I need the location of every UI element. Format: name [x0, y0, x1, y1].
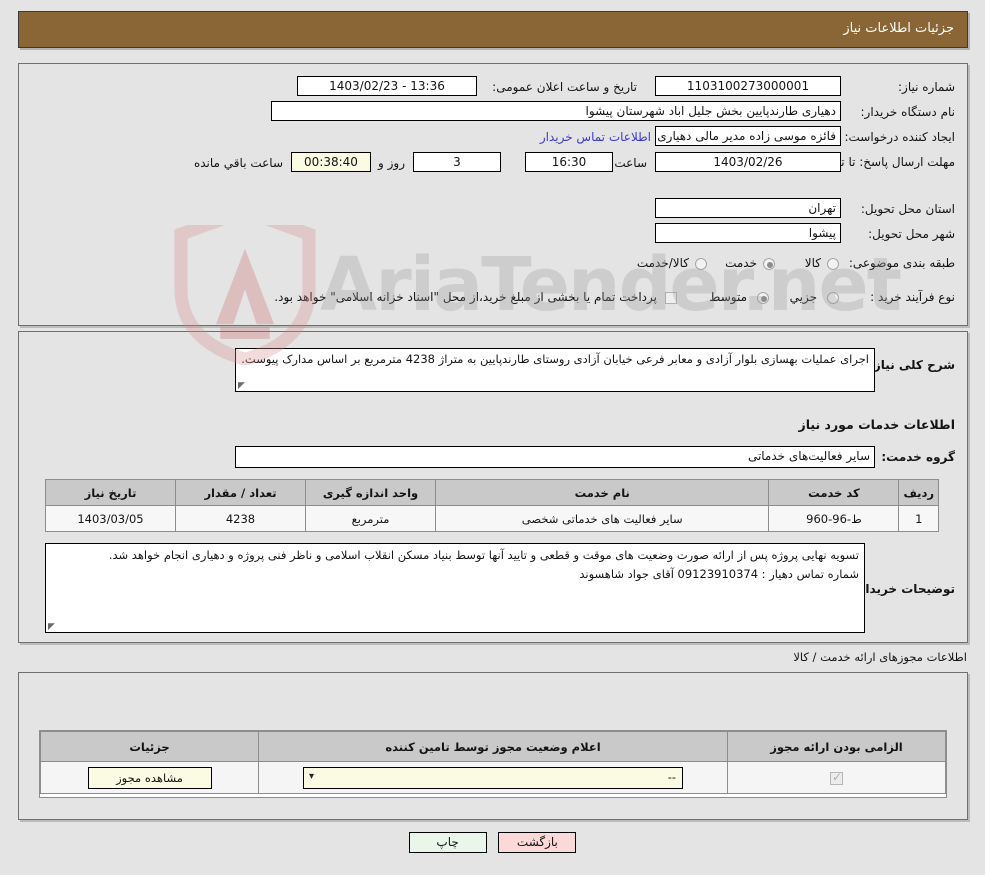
radio-category-kala-khedmat-label: کالا/خدمت: [636, 256, 689, 270]
cell-need-date: 1403/03/05: [45, 505, 176, 532]
requester-label: ایجاد کننده درخواست:: [844, 130, 955, 144]
resize-grip-icon[interactable]: [238, 380, 248, 390]
cell-code: ط-96-960: [768, 505, 900, 532]
back-button[interactable]: بازگشت: [498, 832, 577, 853]
table-row: 1 ط-96-960 سایر فعالیت های خدماتی شخصی م…: [45, 505, 939, 532]
province-label: استان محل تحویل:: [860, 202, 955, 216]
page-header-bar: جزئیات اطلاعات نیاز: [18, 11, 968, 48]
buyer-contact-link[interactable]: اطلاعات تماس خریدار: [540, 130, 651, 144]
permits-panel: الزامی بودن ارائه مجوز اعلام وضعیت مجوز …: [18, 672, 968, 820]
buyer-notes-textarea[interactable]: تسویه نهایی پروژه پس از ارائه صورت وضعیت…: [45, 543, 865, 633]
cell-row: 1: [898, 505, 939, 532]
deadline-label: مهلت ارسال پاسخ: تا تاریخ:: [816, 155, 955, 169]
col-code: کد خدمت: [768, 479, 900, 506]
cell-quantity: 4238: [175, 505, 306, 532]
radio-category-khedmat[interactable]: [763, 258, 775, 270]
category-label: طبقه بندی موضوعی:: [848, 256, 955, 270]
deadline-date-value: 1403/02/26: [655, 152, 841, 172]
buyer-notes-label: توضیحات خریدار:: [853, 582, 955, 596]
service-group-value: سایر فعالیت‌های خدماتی: [235, 446, 875, 468]
announce-datetime-value: 13:36 - 1403/02/23: [297, 76, 477, 96]
cell-permit-status: ▾ --: [258, 761, 728, 794]
permits-table: الزامی بودن ارائه مجوز اعلام وضعیت مجوز …: [40, 731, 946, 794]
permits-section-label: اطلاعات مجوزهای ارائه خدمت / کالا: [793, 650, 967, 664]
buyer-notes-line1: تسویه نهایی پروژه پس از ارائه صورت وضعیت…: [108, 548, 859, 562]
resize-grip-icon[interactable]: [48, 621, 58, 631]
page-title: جزئیات اطلاعات نیاز: [843, 21, 954, 36]
radio-process-motavaset-label: متوسط: [709, 290, 747, 304]
remaining-suffix-label: ساعت باقي مانده: [193, 156, 283, 170]
cell-unit: مترمربع: [305, 505, 436, 532]
permits-header-row: الزامی بودن ارائه مجوز اعلام وضعیت مجوز …: [40, 731, 946, 762]
service-items-table: ردیف کد خدمت نام خدمت واحد اندازه گیری ت…: [45, 479, 939, 532]
col-permit-status: اعلام وضعیت مجوز توسط تامین کننده: [258, 731, 728, 762]
chevron-down-icon: ▾: [309, 770, 315, 782]
cell-permit-required: [727, 761, 946, 794]
col-permit-details: جزئیات: [40, 731, 259, 762]
requester-value: فائزه موسی زاده مدیر مالی دهیاری طارندپا…: [655, 126, 841, 146]
treasury-bond-checkbox[interactable]: [665, 292, 677, 304]
general-description-textarea[interactable]: اجرای عملیات بهسازی بلوار آزادی و معابر …: [235, 348, 875, 392]
days-remaining-value: 3: [413, 152, 501, 172]
radio-process-jozi[interactable]: [827, 292, 839, 304]
treasury-bond-label: پرداخت تمام یا بخشی از مبلغ خرید،از محل …: [274, 290, 657, 304]
cell-permit-details: مشاهده مجوز: [40, 761, 259, 794]
radio-category-kala-label: کالا: [804, 256, 821, 270]
need-summary-panel: شماره نیاز: 1103100273000001 تاریخ و ساع…: [18, 63, 968, 326]
buyer-notes-line2: شماره تماس دهیار : 09123910374 آقای جواد…: [579, 567, 859, 581]
days-label: روز و: [378, 156, 405, 170]
col-name: نام خدمت: [434, 479, 770, 506]
page-root: جزئیات اطلاعات نیاز شماره نیاز: 11031002…: [0, 0, 985, 875]
col-permit-required: الزامی بودن ارائه مجوز: [727, 731, 946, 762]
print-button[interactable]: چاپ: [408, 832, 487, 853]
permits-row: ▾ -- مشاهده مجوز: [40, 761, 946, 794]
city-value: پیشوا: [655, 223, 841, 243]
process-label: نوع فرآیند خرید :: [870, 290, 955, 304]
hour-label: ساعت: [614, 156, 647, 170]
need-details-panel: شرح کلی نیاز: اجرای عملیات بهسازی بلوار …: [18, 331, 968, 643]
buyer-org-value: دهیاری طارندپایین بخش جلیل اباد شهرستان …: [271, 101, 841, 121]
general-description-value: اجرای عملیات بهسازی بلوار آزادی و معابر …: [241, 352, 869, 366]
province-value: تهران: [655, 198, 841, 218]
permit-required-checkbox: [830, 770, 843, 785]
radio-category-kala[interactable]: [827, 258, 839, 270]
radio-process-motavaset[interactable]: [757, 292, 769, 304]
announce-datetime-label: تاریخ و ساعت اعلان عمومی:: [492, 80, 637, 94]
service-group-label: گروه خدمت:: [881, 450, 955, 464]
buyer-org-label: نام دستگاه خریدار:: [860, 105, 956, 119]
col-row: ردیف: [898, 479, 939, 506]
permit-status-value: --: [667, 769, 676, 784]
permits-table-wrapper: الزامی بودن ارائه مجوز اعلام وضعیت مجوز …: [39, 730, 947, 798]
col-need-date: تاریخ نیاز: [45, 479, 176, 506]
radio-category-khedmat-label: خدمت: [725, 256, 757, 270]
general-description-label: شرح کلی نیاز:: [869, 358, 955, 372]
radio-category-kala-khedmat[interactable]: [695, 258, 707, 270]
table-header-row: ردیف کد خدمت نام خدمت واحد اندازه گیری ت…: [45, 479, 939, 506]
city-label: شهر محل تحویل:: [868, 227, 955, 241]
deadline-time-value: 16:30: [525, 152, 613, 172]
need-number-label: شماره نیاز:: [898, 80, 955, 94]
footer-button-bar: بازگشت چاپ: [0, 832, 985, 853]
need-number-value: 1103100273000001: [655, 76, 841, 96]
cell-name: سایر فعالیت های خدماتی شخصی: [434, 505, 770, 532]
col-quantity: تعداد / مقدار: [175, 479, 306, 506]
col-unit: واحد اندازه گیری: [305, 479, 436, 506]
permit-status-select[interactable]: ▾ --: [303, 766, 683, 789]
view-permit-button[interactable]: مشاهده مجوز: [87, 766, 212, 789]
services-section-heading: اطلاعات خدمات مورد نیاز: [798, 417, 956, 432]
radio-process-jozi-label: جزیي: [789, 290, 817, 304]
time-remaining-value: 00:38:40: [291, 152, 371, 172]
